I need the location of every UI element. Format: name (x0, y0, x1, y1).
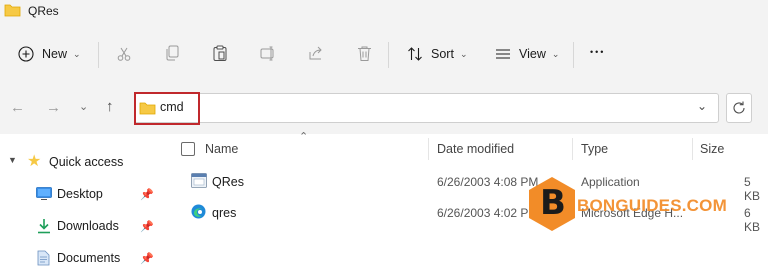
pin-icon[interactable]: 📌 (140, 252, 154, 265)
column-divider[interactable] (428, 138, 429, 160)
refresh-icon (733, 101, 745, 114)
column-header-date-modified[interactable]: Date modified (437, 142, 514, 156)
toolbar-separator (573, 42, 574, 68)
file-name[interactable]: qres (212, 206, 236, 220)
application-icon (191, 173, 207, 188)
sidebar-item-desktop[interactable]: Desktop (57, 187, 103, 201)
forward-arrow-icon[interactable]: → (46, 99, 61, 116)
new-button-label: New (42, 47, 68, 61)
up-arrow-icon[interactable]: ↑ (106, 98, 114, 115)
downloads-icon (38, 219, 50, 234)
column-header-name[interactable]: Name (205, 142, 238, 156)
new-button[interactable]: New ⌄ (18, 39, 81, 69)
pin-icon[interactable]: 📌 (140, 220, 154, 233)
sort-icon (408, 47, 422, 61)
star-icon: ★ (27, 153, 42, 170)
sidebar-item-quick-access[interactable]: Quick access (49, 155, 123, 169)
edge-browser-icon (191, 204, 206, 219)
select-all-checkbox[interactable] (181, 142, 195, 156)
copy-icon[interactable] (164, 45, 180, 62)
cut-icon[interactable] (116, 46, 132, 62)
file-type: Application (581, 175, 640, 189)
view-button-label: View (519, 47, 546, 61)
watermark-letter: B (540, 183, 566, 223)
sort-button[interactable]: Sort ⌄ (407, 39, 467, 69)
sort-ascending-chevron-icon: ⌃ (299, 131, 309, 143)
file-size: 5 KB (744, 175, 761, 203)
address-dropdown-chevron-icon[interactable]: ⌄ (697, 99, 707, 113)
window-title: QRes (28, 4, 59, 18)
chevron-down-icon: ⌄ (73, 48, 81, 59)
sidebar-item-downloads[interactable]: Downloads (57, 219, 119, 233)
toolbar-separator (388, 42, 389, 68)
folder-icon (4, 4, 21, 17)
plus-circle-icon (18, 46, 34, 62)
file-date-modified: 6/26/2003 4:02 PM (437, 206, 539, 220)
documents-icon (37, 250, 50, 266)
rename-icon[interactable] (260, 46, 277, 61)
sort-button-label: Sort (431, 47, 454, 61)
column-header-type[interactable]: Type (581, 142, 608, 156)
watermark-text: BONGUIDES.COM (577, 196, 727, 215)
back-arrow-icon[interactable]: ← (10, 99, 25, 116)
address-bar[interactable] (134, 93, 719, 123)
desktop-icon (36, 187, 52, 200)
column-header-size[interactable]: Size (700, 142, 724, 156)
toolbar-separator (98, 42, 99, 68)
view-list-icon (496, 49, 510, 59)
chevron-down-icon: ⌄ (551, 48, 560, 59)
file-date-modified: 6/26/2003 4:08 PM (437, 175, 539, 189)
delete-icon[interactable] (357, 45, 372, 62)
recent-locations-chevron-icon[interactable]: ⌄ (79, 100, 88, 113)
address-highlight-box (134, 92, 200, 125)
more-options-button[interactable]: ••• (590, 47, 605, 57)
file-name[interactable]: QRes (212, 175, 244, 189)
paste-icon[interactable] (212, 45, 228, 62)
column-divider[interactable] (692, 138, 693, 160)
chevron-down-icon[interactable]: ▼ (8, 155, 17, 165)
file-size: 6 KB (744, 206, 761, 234)
share-icon[interactable] (308, 45, 324, 61)
column-divider[interactable] (572, 138, 573, 160)
chevron-down-icon: ⌄ (459, 48, 468, 59)
view-button[interactable]: View ⌄ (495, 39, 559, 69)
title-bar (0, 0, 768, 26)
pin-icon[interactable]: 📌 (140, 188, 154, 201)
sidebar-item-documents[interactable]: Documents (57, 251, 120, 265)
